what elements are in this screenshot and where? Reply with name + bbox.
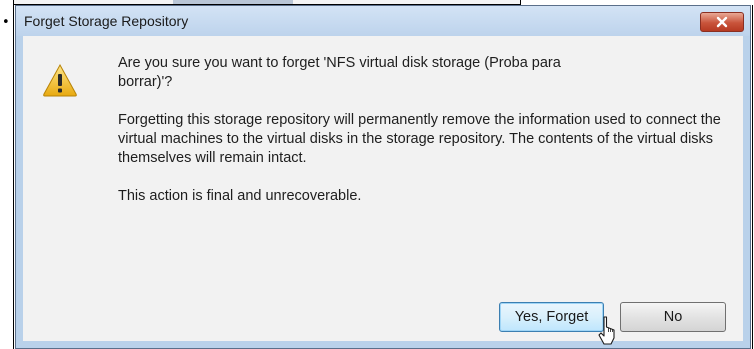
forget-storage-dialog: Forget Storage Repository Are you sure y… bbox=[15, 5, 751, 349]
dialog-message: Are you sure you want to forget 'NFS vir… bbox=[118, 54, 748, 225]
details-text: Forgetting this storage repository will … bbox=[118, 112, 721, 166]
dialog-content: Are you sure you want to forget 'NFS vir… bbox=[23, 36, 743, 345]
scroll-thumb[interactable] bbox=[173, 0, 293, 4]
table-border-left bbox=[13, 0, 14, 349]
dialog-titlebar[interactable]: Forget Storage Repository bbox=[16, 6, 750, 36]
dialog-title: Forget Storage Repository bbox=[24, 13, 189, 29]
final-note-text: This action is final and unrecoverable. bbox=[118, 188, 362, 204]
no-button[interactable]: No bbox=[620, 302, 726, 332]
close-button[interactable] bbox=[700, 12, 744, 32]
close-icon bbox=[716, 16, 728, 28]
question-text: Are you sure you want to forget 'NFS vir… bbox=[118, 55, 561, 90]
mouse-pointer-icon bbox=[598, 316, 615, 345]
no-label: No bbox=[663, 309, 683, 325]
yes-forget-label: Yes, Forget bbox=[514, 309, 589, 325]
table-border-right bbox=[752, 5, 753, 349]
list-bullet: • bbox=[2, 15, 10, 30]
yes-forget-button[interactable]: Yes, Forget bbox=[499, 302, 604, 332]
warning-icon bbox=[43, 63, 77, 97]
